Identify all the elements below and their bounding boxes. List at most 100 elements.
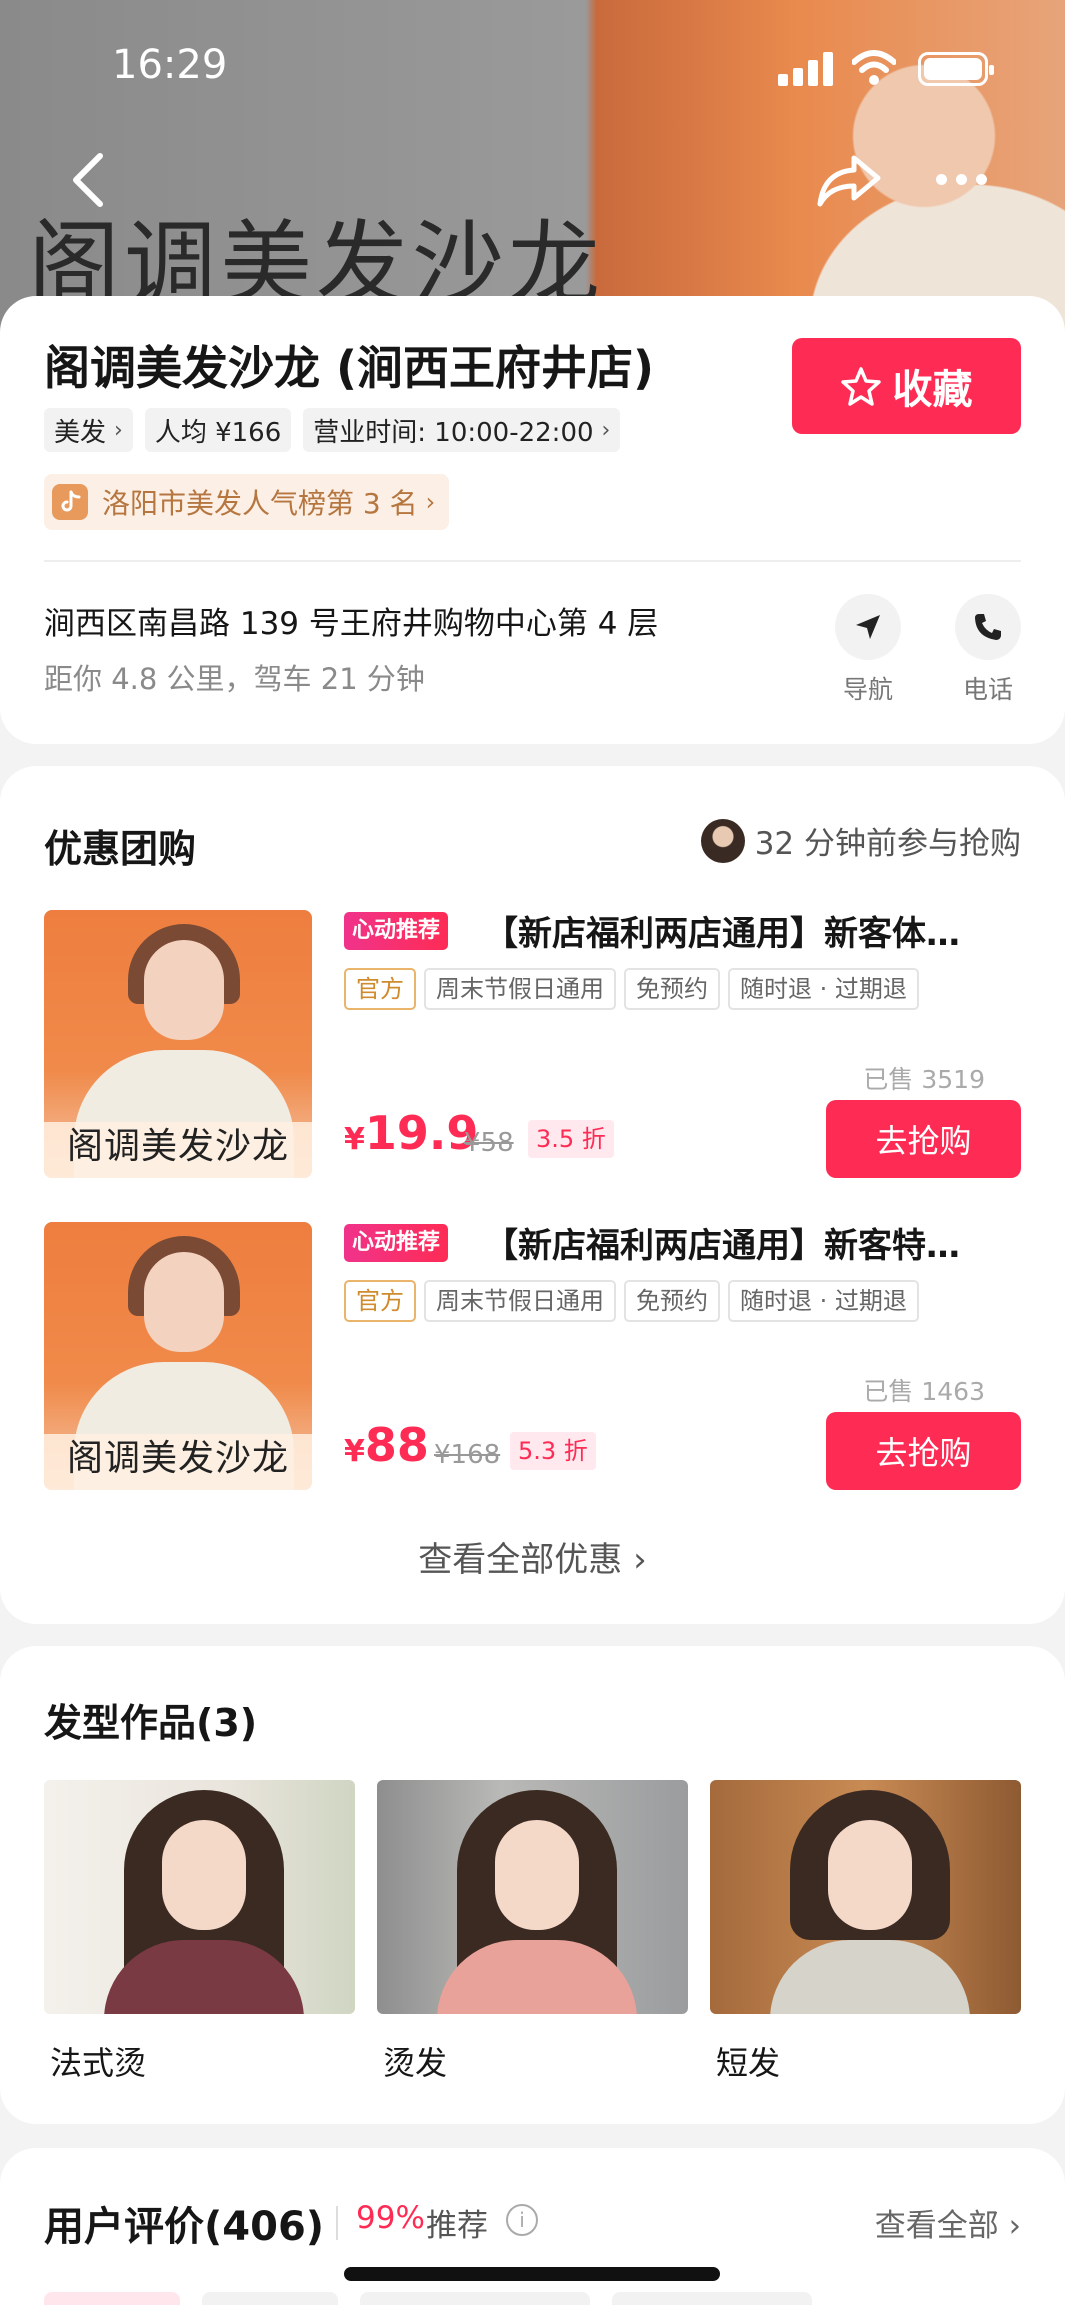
tag-label: 美发	[54, 417, 107, 448]
price-value: 19.9	[364, 1106, 479, 1160]
discount-badge: 3.5 折	[528, 1120, 614, 1158]
chevron-right-icon: ›	[601, 417, 611, 443]
deal-tag: 免预约	[624, 968, 720, 1010]
tag-label: 营业时间: 10:00-22:00	[313, 417, 594, 448]
original-price: ¥58	[464, 1128, 514, 1158]
navigate-button[interactable]: 导航	[835, 594, 901, 706]
buy-button[interactable]: 去抢购	[826, 1100, 1021, 1178]
discount-badge: 5.3 折	[510, 1432, 596, 1470]
favorite-label: 收藏	[892, 367, 973, 413]
filter-chip[interactable]	[612, 2292, 812, 2305]
ranking-badge[interactable]: 洛阳市美发人气榜第 3 名 ›	[44, 474, 450, 530]
works-title: 发型作品(3)	[44, 1701, 258, 1745]
home-indicator	[344, 2267, 720, 2281]
deals-title: 优惠团购	[44, 827, 197, 871]
work-item[interactable]: 短发	[710, 1780, 1021, 2084]
recommend-label: 推荐	[426, 2208, 488, 2244]
deal-tag: 随时退 · 过期退	[728, 1280, 919, 1322]
deal-price: ¥19.9	[344, 1106, 478, 1160]
sold-count: 已售 1463	[863, 1377, 985, 1406]
chevron-right-icon: ›	[425, 488, 436, 516]
reviews-title: 用户评价(406)	[44, 2204, 325, 2250]
see-all-label: 查看全部优惠	[418, 1540, 623, 1580]
work-label: 法式烫	[50, 2044, 147, 2082]
tag-avg-price: 人均 ¥166	[144, 408, 292, 452]
see-all-reviews-link[interactable]: 查看全部 ›	[875, 2200, 1021, 2245]
work-label: 短发	[716, 2044, 781, 2082]
work-image	[377, 1780, 688, 2014]
tag-label: 人均 ¥166	[154, 417, 282, 448]
deal-item[interactable]: 阁调美发沙龙 心动推荐 【新店福利两店通用】新客特… 官方 周末节假日通用 免预…	[44, 1222, 1021, 1490]
chevron-right-icon: ›	[1008, 2208, 1021, 2244]
more-icon[interactable]	[934, 170, 990, 190]
currency-symbol: ¥	[344, 1434, 365, 1469]
divider	[44, 560, 1021, 562]
work-label: 烫发	[383, 2044, 448, 2082]
currency-symbol: ¥	[344, 1122, 365, 1157]
battery-icon	[918, 52, 994, 86]
see-all-deals-link[interactable]: 查看全部优惠 ›	[0, 1532, 1065, 1581]
divider	[336, 2206, 338, 2240]
shop-distance: 距你 4.8 公里，驾车 21 分钟	[44, 662, 425, 696]
chevron-right-icon: ›	[633, 1540, 647, 1580]
deal-tag-official: 官方	[344, 968, 416, 1010]
deal-tag: 周末节假日通用	[424, 968, 616, 1010]
works-card: 发型作品(3) 法式烫 烫发 短发	[0, 1646, 1065, 2124]
back-icon[interactable]	[66, 150, 110, 210]
favorite-button[interactable]: 收藏	[792, 338, 1021, 434]
thumb-caption: 阁调美发沙龙	[44, 1434, 312, 1490]
ranking-label: 洛阳市美发人气榜第 3 名	[102, 487, 418, 520]
work-image	[710, 1780, 1021, 2014]
original-price: ¥168	[434, 1440, 501, 1470]
chevron-right-icon: ›	[114, 417, 123, 443]
wifi-icon	[852, 50, 896, 85]
deal-tags: 官方 周末节假日通用 免预约 随时退 · 过期退	[344, 968, 919, 1010]
phone-button[interactable]: 电话	[955, 594, 1021, 706]
status-bar: 16:29	[0, 0, 1065, 130]
deal-thumbnail: 阁调美发沙龙	[44, 910, 312, 1178]
work-item[interactable]: 法式烫	[44, 1780, 355, 2084]
deal-item[interactable]: 阁调美发沙龙 心动推荐 【新店福利两店通用】新客体… 官方 周末节假日通用 免预…	[44, 910, 1021, 1178]
tag-category[interactable]: 美发 ›	[44, 408, 133, 452]
phone-icon	[955, 594, 1021, 660]
deal-tag: 免预约	[624, 1280, 720, 1322]
recommend-badge: 心动推荐	[344, 1224, 449, 1262]
sold-count: 已售 3519	[863, 1065, 985, 1094]
phone-label: 电话	[962, 675, 1013, 704]
deal-title: 【新店福利两店通用】新客特…	[484, 1226, 960, 1266]
share-icon[interactable]	[816, 150, 882, 210]
filter-chip[interactable]	[44, 2292, 180, 2305]
thumb-caption: 阁调美发沙龙	[44, 1122, 312, 1178]
work-item[interactable]: 烫发	[377, 1780, 688, 2084]
deal-tag: 周末节假日通用	[424, 1280, 616, 1322]
buy-button[interactable]: 去抢购	[826, 1412, 1021, 1490]
filter-chip[interactable]	[360, 2292, 590, 2305]
shop-address[interactable]: 涧西区南昌路 139 号王府井购物中心第 4 层	[44, 598, 658, 643]
price-value: 88	[364, 1418, 429, 1472]
navigation-icon	[835, 594, 901, 660]
recommend-percent: 99%	[356, 2200, 425, 2236]
avatar	[700, 818, 745, 863]
see-all-label: 查看全部	[874, 2208, 999, 2244]
shop-name: 阁调美发沙龙 (涧西王府井店)	[44, 341, 655, 395]
works-gallery: 法式烫 烫发 短发	[44, 1780, 1021, 2084]
status-time: 16:29	[112, 42, 228, 88]
review-filter-chips	[44, 2292, 812, 2305]
deal-price: ¥88	[344, 1418, 429, 1472]
work-image	[44, 1780, 355, 2014]
star-icon	[840, 367, 881, 406]
join-info-text: 32 分钟前参与抢购	[754, 826, 1021, 862]
tag-business-hours[interactable]: 营业时间: 10:00-22:00 ›	[303, 408, 621, 452]
deal-thumbnail: 阁调美发沙龙	[44, 1222, 312, 1490]
info-icon[interactable]: i	[506, 2204, 538, 2236]
reviews-card: 用户评价(406) 99% 推荐 i 查看全部 ›	[0, 2148, 1065, 2305]
deal-tag: 随时退 · 过期退	[728, 968, 919, 1010]
shop-info-card: 阁调美发沙龙 (涧西王府井店) 收藏 美发 › 人均 ¥166 营业时间: 10:…	[0, 296, 1065, 744]
navigate-label: 导航	[842, 675, 893, 704]
deal-title: 【新店福利两店通用】新客体…	[484, 914, 960, 954]
deals-card: 优惠团购 32 分钟前参与抢购 阁调美发沙龙 心动推荐 【新店福利两店通用】新客…	[0, 766, 1065, 1624]
deal-tag-official: 官方	[344, 1280, 416, 1322]
douyin-icon	[52, 484, 88, 520]
filter-chip[interactable]	[202, 2292, 338, 2305]
join-info: 32 分钟前参与抢购	[700, 818, 1021, 863]
